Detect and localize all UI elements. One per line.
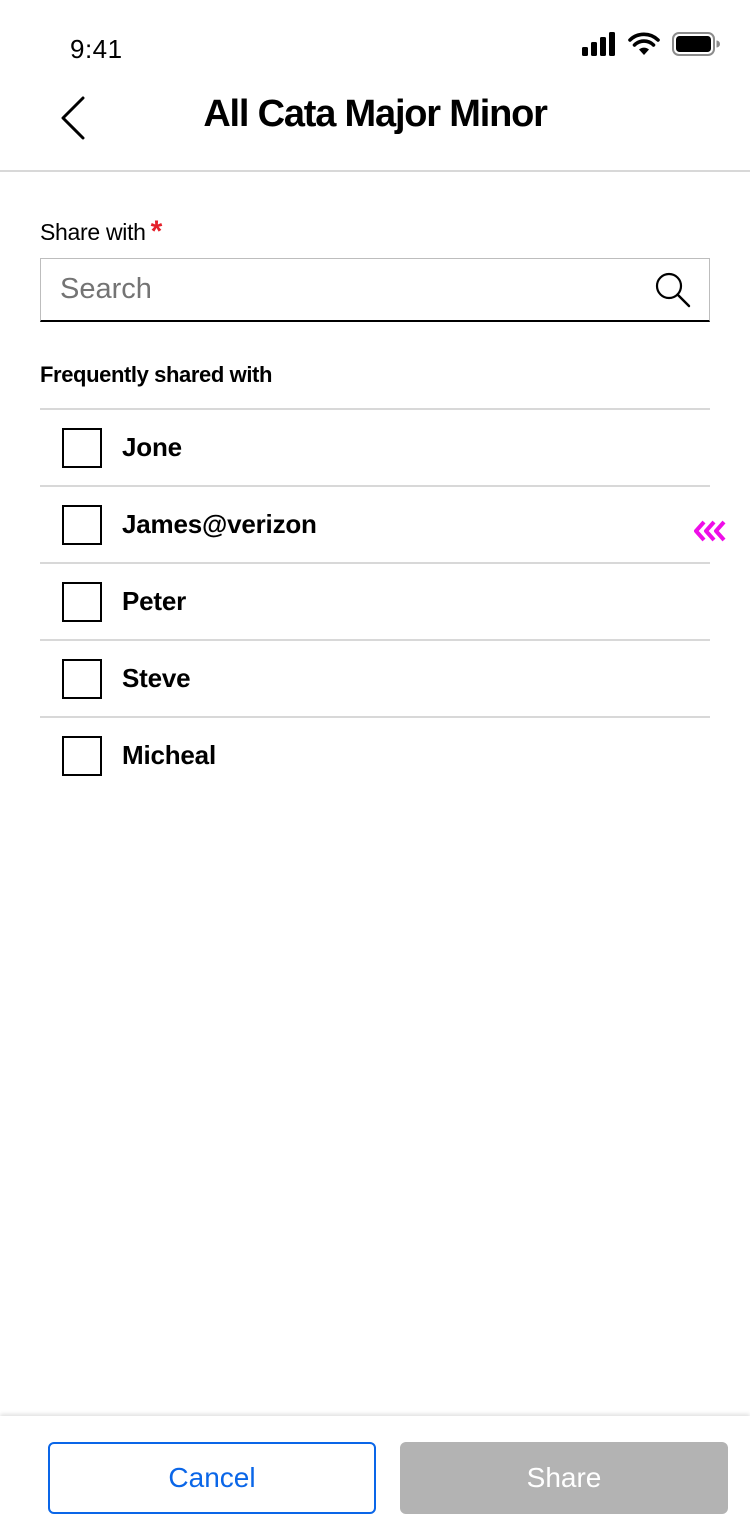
contact-checkbox[interactable] [62, 504, 102, 545]
page-title: All Cata Major Minor [203, 93, 548, 135]
contact-name: Micheal [122, 740, 216, 770]
signal-bars-icon [582, 32, 616, 61]
contact-checkbox[interactable] [62, 658, 102, 699]
contact-row-jone[interactable]: Jone [40, 408, 710, 485]
search-box [40, 258, 710, 322]
status-bar: 9:41 [0, 0, 750, 88]
wifi-icon [628, 32, 660, 61]
contact-checkbox[interactable] [62, 427, 102, 468]
share-with-label-text: Share with [40, 219, 146, 245]
share-button[interactable]: Share [400, 1442, 728, 1514]
contact-row-micheal[interactable]: Micheal [40, 716, 710, 793]
contact-name: Steve [122, 663, 191, 693]
status-time: 9:41 [70, 34, 123, 64]
search-input[interactable] [41, 259, 643, 320]
nav-bar: All Cata Major Minor [0, 80, 750, 172]
share-with-label: Share with * [40, 215, 163, 248]
frequently-shared-heading: Frequently shared with [40, 362, 273, 387]
contact-row-peter[interactable]: Peter [40, 562, 710, 639]
contact-name: James@verizon [122, 509, 317, 539]
contact-row-steve[interactable]: Steve [40, 639, 710, 716]
cancel-button[interactable]: Cancel [48, 1442, 376, 1514]
contact-name: Jone [122, 432, 182, 462]
contact-name: Peter [122, 586, 187, 616]
contact-row-james[interactable]: James@verizon [40, 485, 710, 562]
bottom-action-bar: Cancel Share [0, 1416, 750, 1536]
contact-checkbox[interactable] [62, 735, 102, 776]
contact-checkbox[interactable] [62, 581, 102, 622]
status-icons [582, 32, 720, 61]
battery-icon [672, 32, 720, 61]
search-icon[interactable] [643, 260, 703, 320]
contact-list: Jone James@verizon Peter Steve Micheal [40, 408, 710, 793]
required-marker: * [150, 215, 163, 248]
triple-chevron-left-icon[interactable] [693, 519, 729, 543]
